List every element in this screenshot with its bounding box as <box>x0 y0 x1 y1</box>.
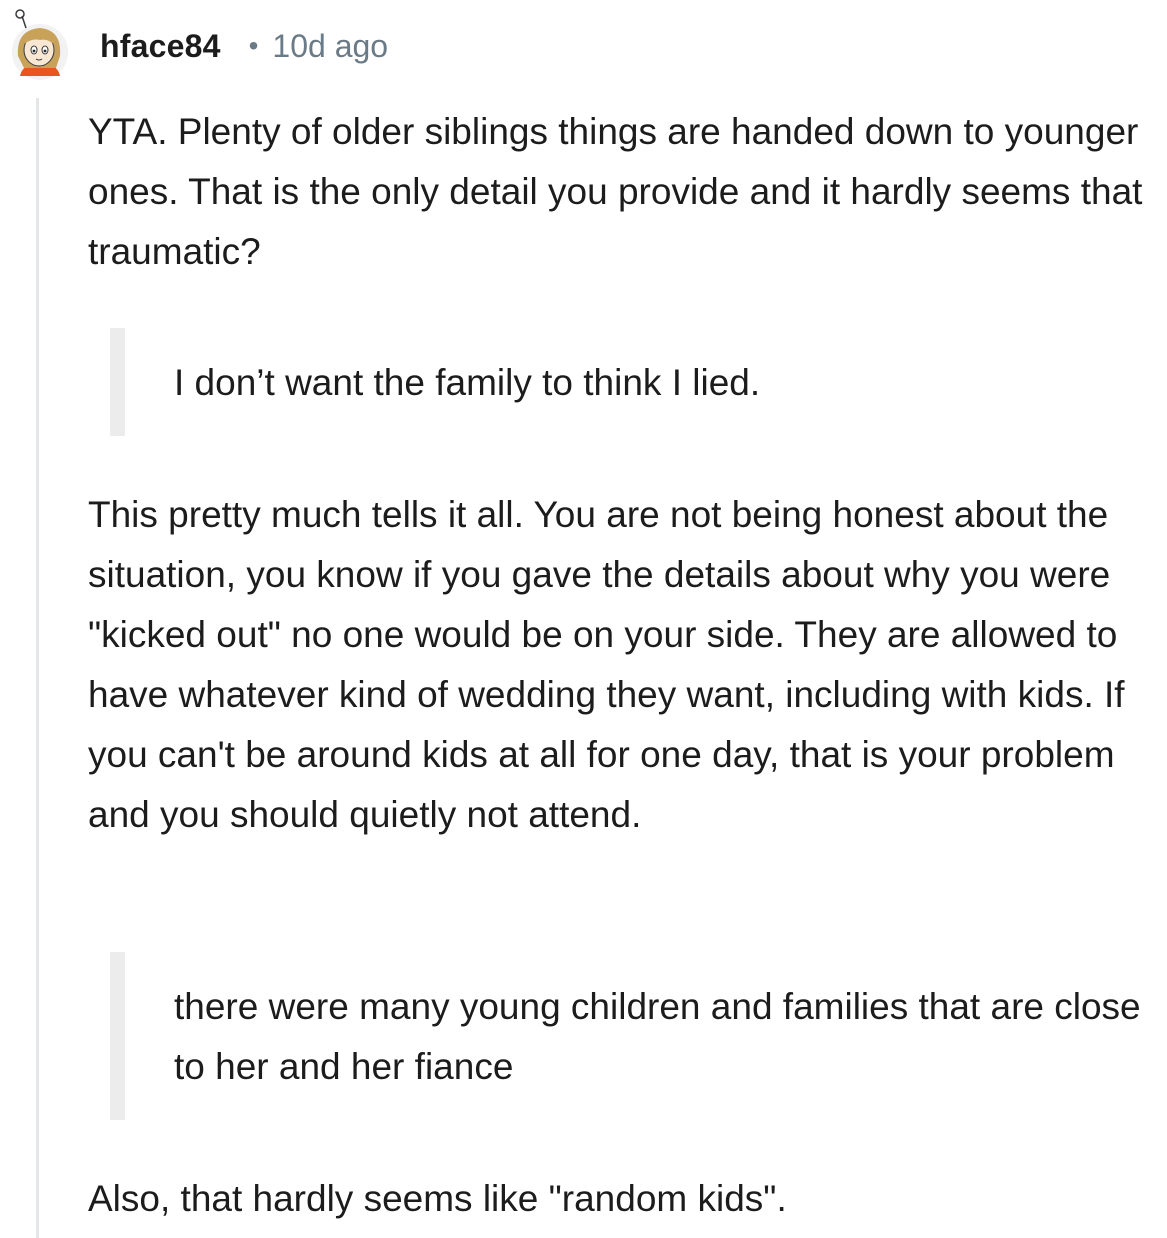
thread-line[interactable] <box>36 98 39 1238</box>
blockquote-bar-1 <box>110 328 125 436</box>
user-avatar[interactable] <box>4 8 72 80</box>
blockquote-bar-2 <box>110 952 125 1120</box>
comment-header: hface84 • 10d ago <box>100 22 388 70</box>
blockquote-2: there were many young children and famil… <box>174 986 1141 1087</box>
comment-timestamp[interactable]: 10d ago <box>272 28 388 65</box>
comment-paragraph-1: YTA. Plenty of older siblings things are… <box>88 111 1143 272</box>
username-link[interactable]: hface84 <box>100 28 221 65</box>
blockquote-1: I don’t want the family to think I lied. <box>174 362 761 403</box>
comment-paragraph-3: Also, that hardly seems like "random kid… <box>88 1178 787 1219</box>
comment-paragraph-2: This pretty much tells it all. You are n… <box>88 494 1125 835</box>
meta-separator: • <box>248 30 259 61</box>
snoo-avatar-icon <box>12 9 68 80</box>
